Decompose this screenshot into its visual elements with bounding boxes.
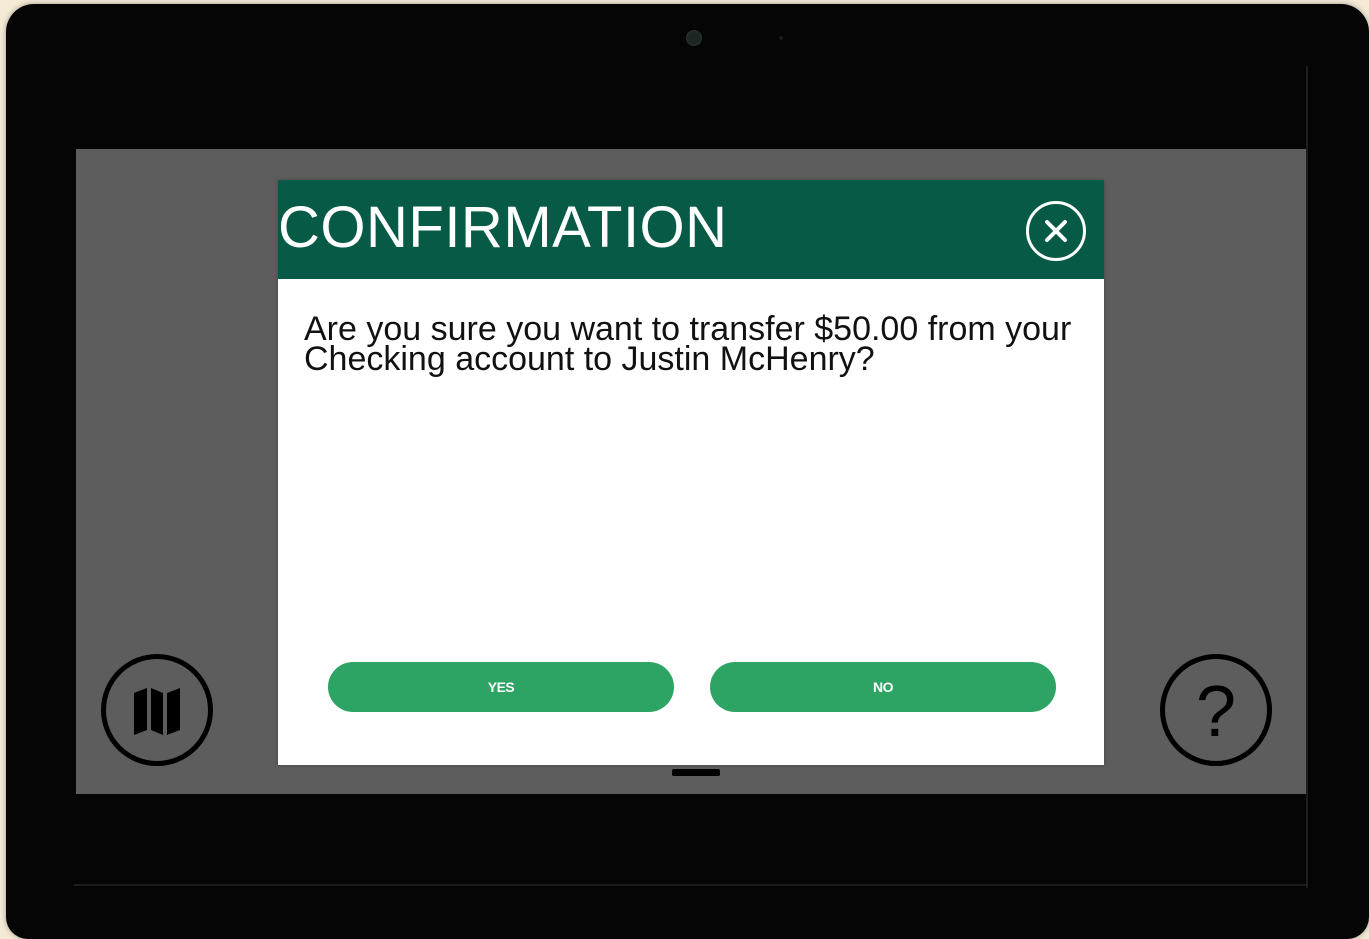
confirmation-dialog: CONFIRMATION Are you sure you want to tr… — [278, 180, 1104, 765]
help-button[interactable]: ? — [1160, 654, 1272, 766]
front-camera — [686, 30, 702, 46]
map-icon — [134, 688, 180, 735]
no-button[interactable]: NO — [710, 662, 1056, 712]
camera-sensor — [779, 36, 783, 40]
dialog-message: Are you sure you want to transfer $50.00… — [304, 310, 1072, 378]
help-icon: ? — [1195, 672, 1237, 752]
bezel-edge-bottom — [74, 884, 1306, 886]
tablet-frame: ? CONFIRMATION Are you sure you want to … — [6, 4, 1369, 939]
close-button[interactable] — [1026, 201, 1086, 261]
bezel-edge-right — [1306, 66, 1308, 888]
close-icon — [1045, 220, 1067, 242]
map-button[interactable] — [101, 654, 213, 766]
dialog-header: CONFIRMATION — [278, 180, 1104, 279]
yes-button[interactable]: YES — [328, 662, 674, 712]
home-indicator[interactable] — [672, 769, 720, 776]
dialog-title: CONFIRMATION — [278, 195, 728, 260]
